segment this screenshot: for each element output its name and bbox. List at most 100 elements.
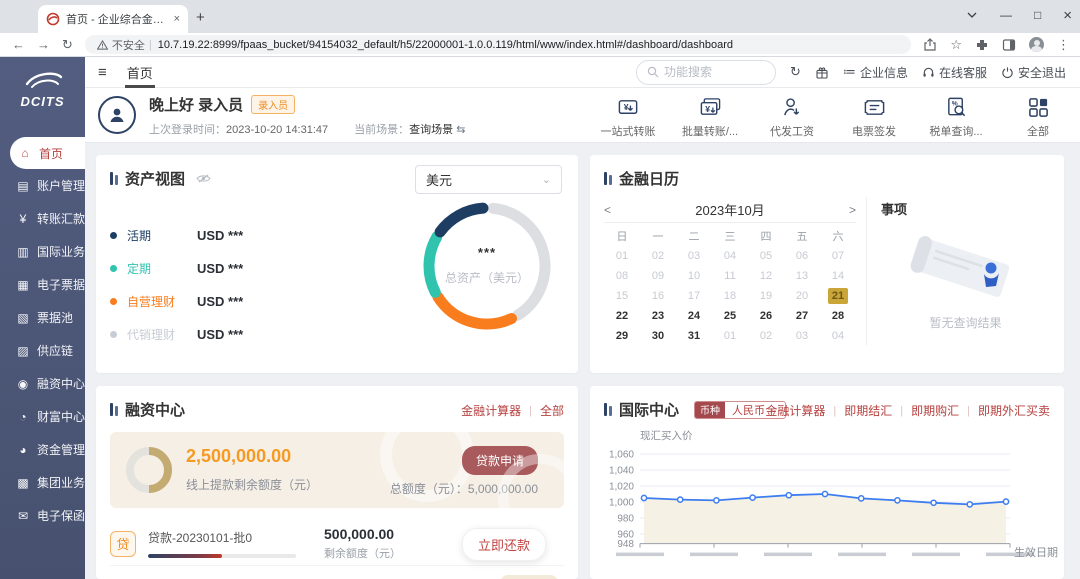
sidebar-item-funds[interactable]: ◕资金管理 xyxy=(0,433,85,466)
fx-calculator-link[interactable]: 金融计算器 xyxy=(765,402,825,419)
headset-icon xyxy=(922,66,935,79)
calendar-day[interactable]: 10 xyxy=(676,267,712,285)
quick-action-one-stop-transfer[interactable]: ¥一站式转账 xyxy=(600,96,656,139)
calendar-day[interactable]: 28 xyxy=(820,307,856,325)
spot-fx-trade-link[interactable]: 即期外汇买卖 xyxy=(978,402,1050,419)
calendar-day[interactable]: 04 xyxy=(712,247,748,265)
calendar-day[interactable]: 29 xyxy=(604,327,640,345)
quick-action-e-bill-issue[interactable]: 电票签发 xyxy=(846,96,902,139)
calendar-day[interactable]: 20 xyxy=(784,287,820,305)
new-tab-button[interactable]: + xyxy=(196,9,205,26)
bookmark-star-icon[interactable]: ☆ xyxy=(950,37,962,53)
calendar-day[interactable]: 07 xyxy=(820,247,856,265)
forward-icon[interactable]: → xyxy=(37,37,50,52)
extensions-icon[interactable] xyxy=(975,38,989,52)
calendar-day[interactable]: 02 xyxy=(748,327,784,345)
sidebar-item-transfer[interactable]: ¥转账汇款 xyxy=(0,202,85,235)
calendar-day[interactable]: 09 xyxy=(640,267,676,285)
browser-menu-icon[interactable]: ⋮ xyxy=(1057,37,1070,53)
calendar-day[interactable]: 08 xyxy=(604,267,640,285)
calendar-day[interactable]: 03 xyxy=(784,327,820,345)
reload-icon[interactable]: ↻ xyxy=(62,37,73,53)
spot-purchase-link[interactable]: 即期购汇 xyxy=(911,402,959,419)
window-chevron-icon[interactable] xyxy=(966,11,978,19)
calendar-day[interactable]: 27 xyxy=(784,307,820,325)
calendar-day[interactable]: 01 xyxy=(712,327,748,345)
window-minimize-button[interactable]: — xyxy=(1000,8,1012,22)
calendar-day[interactable]: 23 xyxy=(640,307,676,325)
enterprise-info-link[interactable]: ≔ 企业信息 xyxy=(843,64,908,81)
window-close-button[interactable]: × xyxy=(1063,7,1072,24)
svg-text:1,000: 1,000 xyxy=(609,498,634,509)
page-tab-home[interactable]: 首页 xyxy=(125,57,155,88)
calendar-day-selected[interactable]: 21 xyxy=(820,287,856,305)
calendar-day[interactable]: 22 xyxy=(604,307,640,325)
calendar-day[interactable]: 18 xyxy=(712,287,748,305)
loan-name: 贷款-20230101-批0 xyxy=(148,529,296,546)
window-maximize-button[interactable]: □ xyxy=(1034,8,1041,22)
quick-action-payroll[interactable]: 代发工资 xyxy=(764,96,820,139)
calendar-day[interactable]: 13 xyxy=(784,267,820,285)
search-input[interactable] xyxy=(664,65,764,79)
tab-close-icon[interactable]: × xyxy=(174,13,180,25)
eye-hidden-icon[interactable] xyxy=(196,173,211,184)
sidebar-item-home[interactable]: ⌂首页 xyxy=(10,137,85,169)
collapse-menu-icon[interactable]: ≡ xyxy=(98,64,107,81)
currency-select[interactable]: 美元 ⌄ xyxy=(415,165,562,194)
calendar-day[interactable]: 14 xyxy=(820,267,856,285)
calendar-next-button[interactable]: > xyxy=(836,203,856,217)
calendar-day[interactable]: 04 xyxy=(820,327,856,345)
calendar-day[interactable]: 31 xyxy=(676,327,712,345)
quick-action-label: 一站式转账 xyxy=(601,123,656,139)
loan-apply-button[interactable]: 贷款申请 xyxy=(462,446,538,475)
url-field[interactable]: 不安全 | 10.7.19.22:8999/fpaas_bucket/94154… xyxy=(85,35,911,54)
side-panel-icon[interactable] xyxy=(1002,38,1016,52)
sidebar-item-bill-pool[interactable]: ▧票据池 xyxy=(0,301,85,334)
calendar-day[interactable]: 16 xyxy=(640,287,676,305)
calendar-day[interactable]: 06 xyxy=(784,247,820,265)
function-search[interactable] xyxy=(636,60,776,85)
spot-settlement-link[interactable]: 即期结汇 xyxy=(844,402,892,419)
quick-action-batch-transfer[interactable]: ¥批量转账/... xyxy=(682,96,738,139)
share-icon[interactable] xyxy=(923,38,937,52)
calendar-day[interactable]: 19 xyxy=(748,287,784,305)
sidebar-item-group[interactable]: ▩集团业务 xyxy=(0,466,85,499)
all-link[interactable]: 全部 xyxy=(540,402,564,419)
sidebar-item-wealth[interactable]: ◔财富中心 xyxy=(0,400,85,433)
sidebar-item-guarantee[interactable]: ✉电子保函 xyxy=(0,499,85,532)
switch-scene-icon[interactable]: ⇆ xyxy=(456,124,465,136)
calendar-day[interactable]: 30 xyxy=(640,327,676,345)
security-warning[interactable]: 不安全 | xyxy=(97,37,152,53)
url-text: 10.7.19.22:8999/fpaas_bucket/94154032_de… xyxy=(158,39,733,51)
calendar-day[interactable]: 26 xyxy=(748,307,784,325)
financial-calculator-link[interactable]: 金融计算器 xyxy=(461,402,521,419)
quick-action-all-apps[interactable]: 全部 xyxy=(1010,96,1066,139)
calendar-day[interactable]: 05 xyxy=(748,247,784,265)
sidebar-item-supply-chain[interactable]: ▨供应链 xyxy=(0,334,85,367)
calendar-day[interactable]: 12 xyxy=(748,267,784,285)
back-icon[interactable]: ← xyxy=(12,37,25,52)
calendar-day[interactable]: 25 xyxy=(712,307,748,325)
calendar-day[interactable]: 01 xyxy=(604,247,640,265)
calendar-day[interactable]: 11 xyxy=(712,267,748,285)
refresh-icon[interactable]: ↻ xyxy=(790,64,801,80)
sidebar-item-financing[interactable]: ◉融资中心 xyxy=(0,367,85,400)
calendar-day[interactable]: 02 xyxy=(640,247,676,265)
calendar-prev-button[interactable]: < xyxy=(604,203,624,217)
calendar-day[interactable]: 17 xyxy=(676,287,712,305)
calendar-day[interactable]: 03 xyxy=(676,247,712,265)
loan-badge-icon: 贷 xyxy=(110,531,136,557)
sidebar-item-e-bill[interactable]: ▦电子票据 xyxy=(0,268,85,301)
logout-link[interactable]: 安全退出 xyxy=(1001,64,1066,81)
calendar-day[interactable]: 24 xyxy=(676,307,712,325)
browser-tab[interactable]: 首页 - 企业综合金融服务平台 × xyxy=(38,5,188,33)
gift-icon[interactable] xyxy=(815,66,829,79)
events-title: 事项 xyxy=(881,199,1050,218)
sidebar-item-account[interactable]: ▤账户管理 xyxy=(0,169,85,202)
quick-action-tax-query[interactable]: %税单查询... xyxy=(928,96,984,139)
online-service-link[interactable]: 在线客服 xyxy=(922,64,987,81)
sidebar-item-international[interactable]: ▥国际业务 xyxy=(0,235,85,268)
profile-avatar[interactable] xyxy=(1029,37,1044,52)
repay-now-button[interactable]: 立即还款 xyxy=(462,528,546,561)
calendar-day[interactable]: 15 xyxy=(604,287,640,305)
